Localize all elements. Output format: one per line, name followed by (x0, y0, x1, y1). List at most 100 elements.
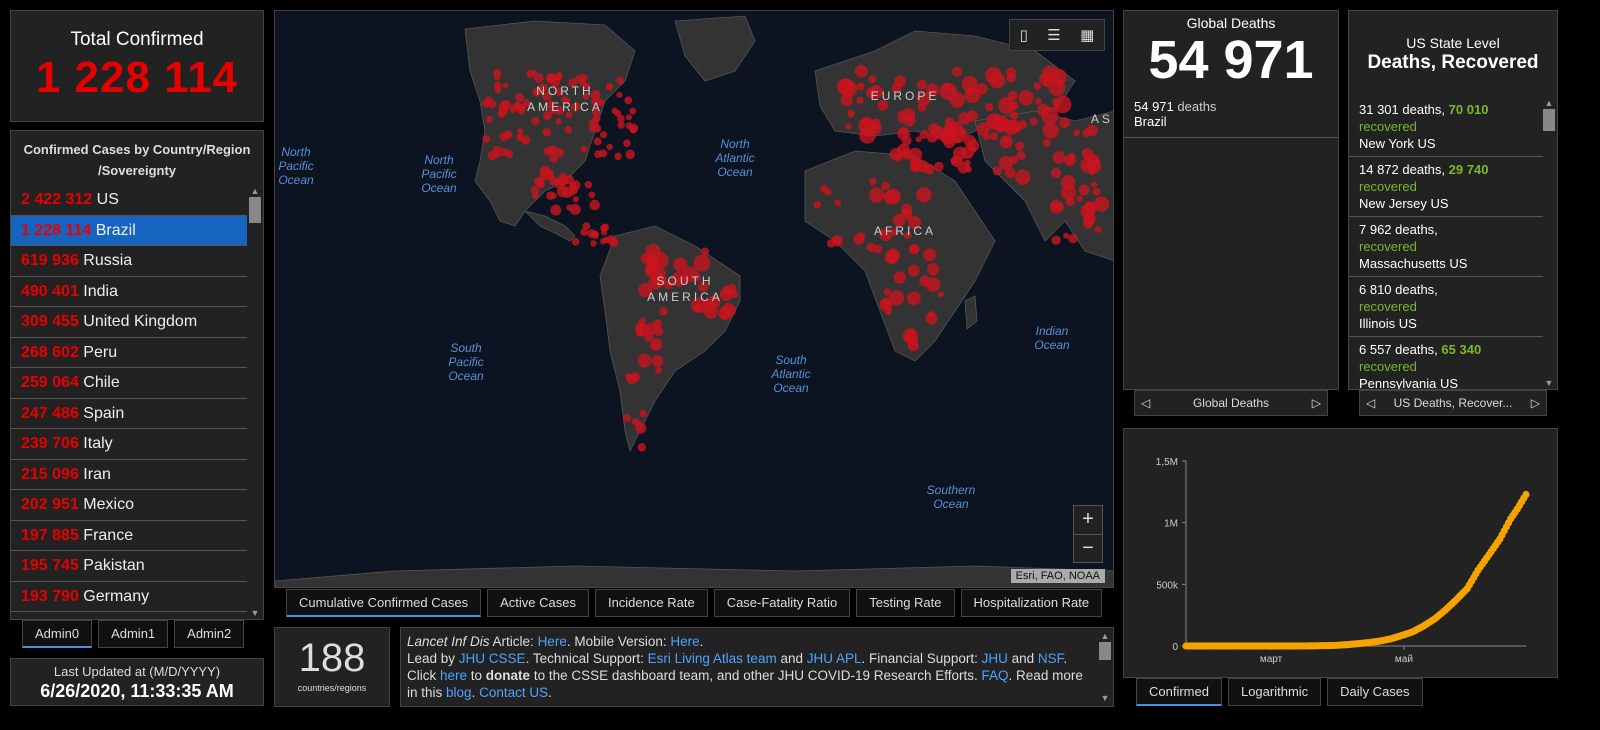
case-bubble[interactable] (1059, 117, 1070, 129)
case-bubble[interactable] (915, 136, 922, 143)
case-bubble[interactable] (885, 188, 901, 205)
case-bubble[interactable] (580, 228, 588, 236)
case-bubble[interactable] (906, 291, 921, 306)
country-list-item[interactable]: 259 064 Chile (11, 368, 247, 399)
country-list-item[interactable]: 202 951 Mexico (11, 490, 247, 521)
case-bubble[interactable] (497, 110, 506, 118)
case-bubble[interactable] (1068, 157, 1076, 165)
us-state-scrollbar[interactable]: ▲ ▼ (1543, 97, 1555, 389)
case-bubble[interactable] (923, 248, 937, 262)
case-bubble[interactable] (584, 181, 593, 189)
map-layer-tab[interactable]: Hospitalization Rate (960, 589, 1103, 617)
case-bubble[interactable] (1033, 82, 1042, 91)
case-bubble[interactable] (813, 201, 822, 209)
case-bubble[interactable] (485, 115, 493, 123)
case-bubble[interactable] (925, 277, 941, 293)
next-page-icon[interactable]: ▷ (1531, 396, 1540, 410)
case-bubble[interactable] (840, 80, 858, 98)
case-bubble[interactable] (499, 131, 509, 142)
case-bubble[interactable] (856, 96, 864, 105)
case-bubble[interactable] (901, 135, 912, 146)
case-bubble[interactable] (616, 91, 623, 98)
case-bubble[interactable] (1015, 169, 1031, 185)
chart-tab[interactable]: Daily Cases (1327, 678, 1423, 706)
country-list-item[interactable]: 309 455 United Kingdom (11, 307, 247, 338)
case-bubble[interactable] (594, 150, 602, 159)
case-bubble[interactable] (639, 409, 647, 418)
case-bubble[interactable] (856, 82, 865, 91)
case-bubble[interactable] (625, 114, 632, 121)
map-layer-tab[interactable]: Active Cases (487, 589, 589, 617)
case-bubble[interactable] (937, 291, 944, 298)
country-list-item[interactable]: 215 096 Iran (11, 460, 247, 490)
scroll-down-icon[interactable]: ▼ (1099, 692, 1111, 704)
us-state-list-item[interactable]: 6 810 deaths, recovered Illinois US (1349, 277, 1543, 337)
info-scrollbar[interactable]: ▲ ▼ (1099, 630, 1111, 704)
case-bubble[interactable] (721, 303, 737, 318)
case-bubble[interactable] (1051, 235, 1061, 245)
case-bubble[interactable] (910, 160, 922, 173)
case-bubble[interactable] (869, 177, 877, 186)
case-bubble[interactable] (1065, 197, 1075, 207)
case-bubble[interactable] (625, 149, 635, 160)
case-bubble[interactable] (589, 199, 600, 211)
case-bubble[interactable] (859, 127, 876, 144)
case-bubble[interactable] (970, 146, 977, 153)
case-bubble[interactable] (644, 332, 654, 342)
case-bubble[interactable] (869, 187, 885, 203)
admin-tab[interactable]: Admin0 (22, 620, 93, 648)
scroll-thumb[interactable] (1099, 642, 1111, 660)
case-bubble[interactable] (635, 322, 645, 333)
case-bubble[interactable] (928, 311, 936, 318)
case-bubble[interactable] (531, 192, 539, 200)
case-bubble[interactable] (883, 288, 891, 296)
case-bubble[interactable] (1078, 184, 1090, 196)
case-bubble[interactable] (625, 122, 633, 130)
case-bubble[interactable] (539, 172, 548, 181)
prev-page-icon[interactable]: ◁ (1366, 396, 1375, 410)
case-bubble[interactable] (1093, 196, 1110, 212)
country-list-item[interactable]: 1 228 114 Brazil (11, 215, 247, 246)
case-bubble[interactable] (820, 184, 829, 193)
jhu-csse-link[interactable]: JHU CSSE (459, 651, 526, 666)
case-bubble[interactable] (958, 112, 971, 125)
country-list-item[interactable]: 193 790 Germany (11, 582, 247, 612)
case-bubble[interactable] (1015, 141, 1025, 151)
case-bubble[interactable] (555, 118, 562, 125)
scroll-up-icon[interactable]: ▲ (1543, 97, 1555, 109)
donate-here-link[interactable]: here (440, 668, 467, 683)
case-bubble[interactable] (1048, 79, 1066, 96)
case-bubble[interactable] (1076, 195, 1083, 202)
scroll-up-icon[interactable]: ▲ (1099, 630, 1111, 642)
map-layer-tab[interactable]: Case-Fatality Ratio (713, 589, 851, 617)
case-bubble[interactable] (571, 237, 580, 246)
map-layer-tab[interactable]: Incidence Rate (594, 589, 708, 617)
case-bubble[interactable] (600, 229, 608, 236)
us-state-list-item[interactable]: 31 301 deaths, 70 010 recovered New York U… (1349, 97, 1543, 157)
case-bubble[interactable] (952, 146, 967, 161)
case-bubble[interactable] (531, 70, 538, 77)
case-bubble[interactable] (586, 229, 597, 239)
jhu-link[interactable]: JHU (982, 651, 1008, 666)
case-bubble[interactable] (557, 175, 569, 187)
next-page-icon[interactable]: ▷ (1312, 396, 1321, 410)
case-bubble[interactable] (572, 196, 579, 203)
case-bubble[interactable] (917, 103, 927, 112)
case-bubble[interactable] (908, 243, 920, 255)
case-bubble[interactable] (957, 161, 970, 174)
case-bubble[interactable] (646, 257, 660, 271)
case-bubble[interactable] (926, 131, 938, 143)
nsf-link[interactable]: NSF (1038, 651, 1064, 666)
case-bubble[interactable] (1068, 233, 1078, 244)
country-list-item[interactable]: 195 745 Pakistan (11, 551, 247, 582)
case-bubble[interactable] (1080, 204, 1096, 219)
case-bubble[interactable] (614, 152, 622, 161)
case-bubble[interactable] (1092, 188, 1101, 196)
case-bubble[interactable] (1073, 129, 1081, 137)
case-bubble[interactable] (934, 161, 944, 172)
case-bubble[interactable] (881, 181, 891, 191)
case-bubble[interactable] (879, 297, 893, 312)
country-list-item[interactable]: 268 602 Peru (11, 338, 247, 368)
case-bubble[interactable] (943, 135, 956, 149)
scroll-up-icon[interactable]: ▲ (249, 185, 261, 197)
